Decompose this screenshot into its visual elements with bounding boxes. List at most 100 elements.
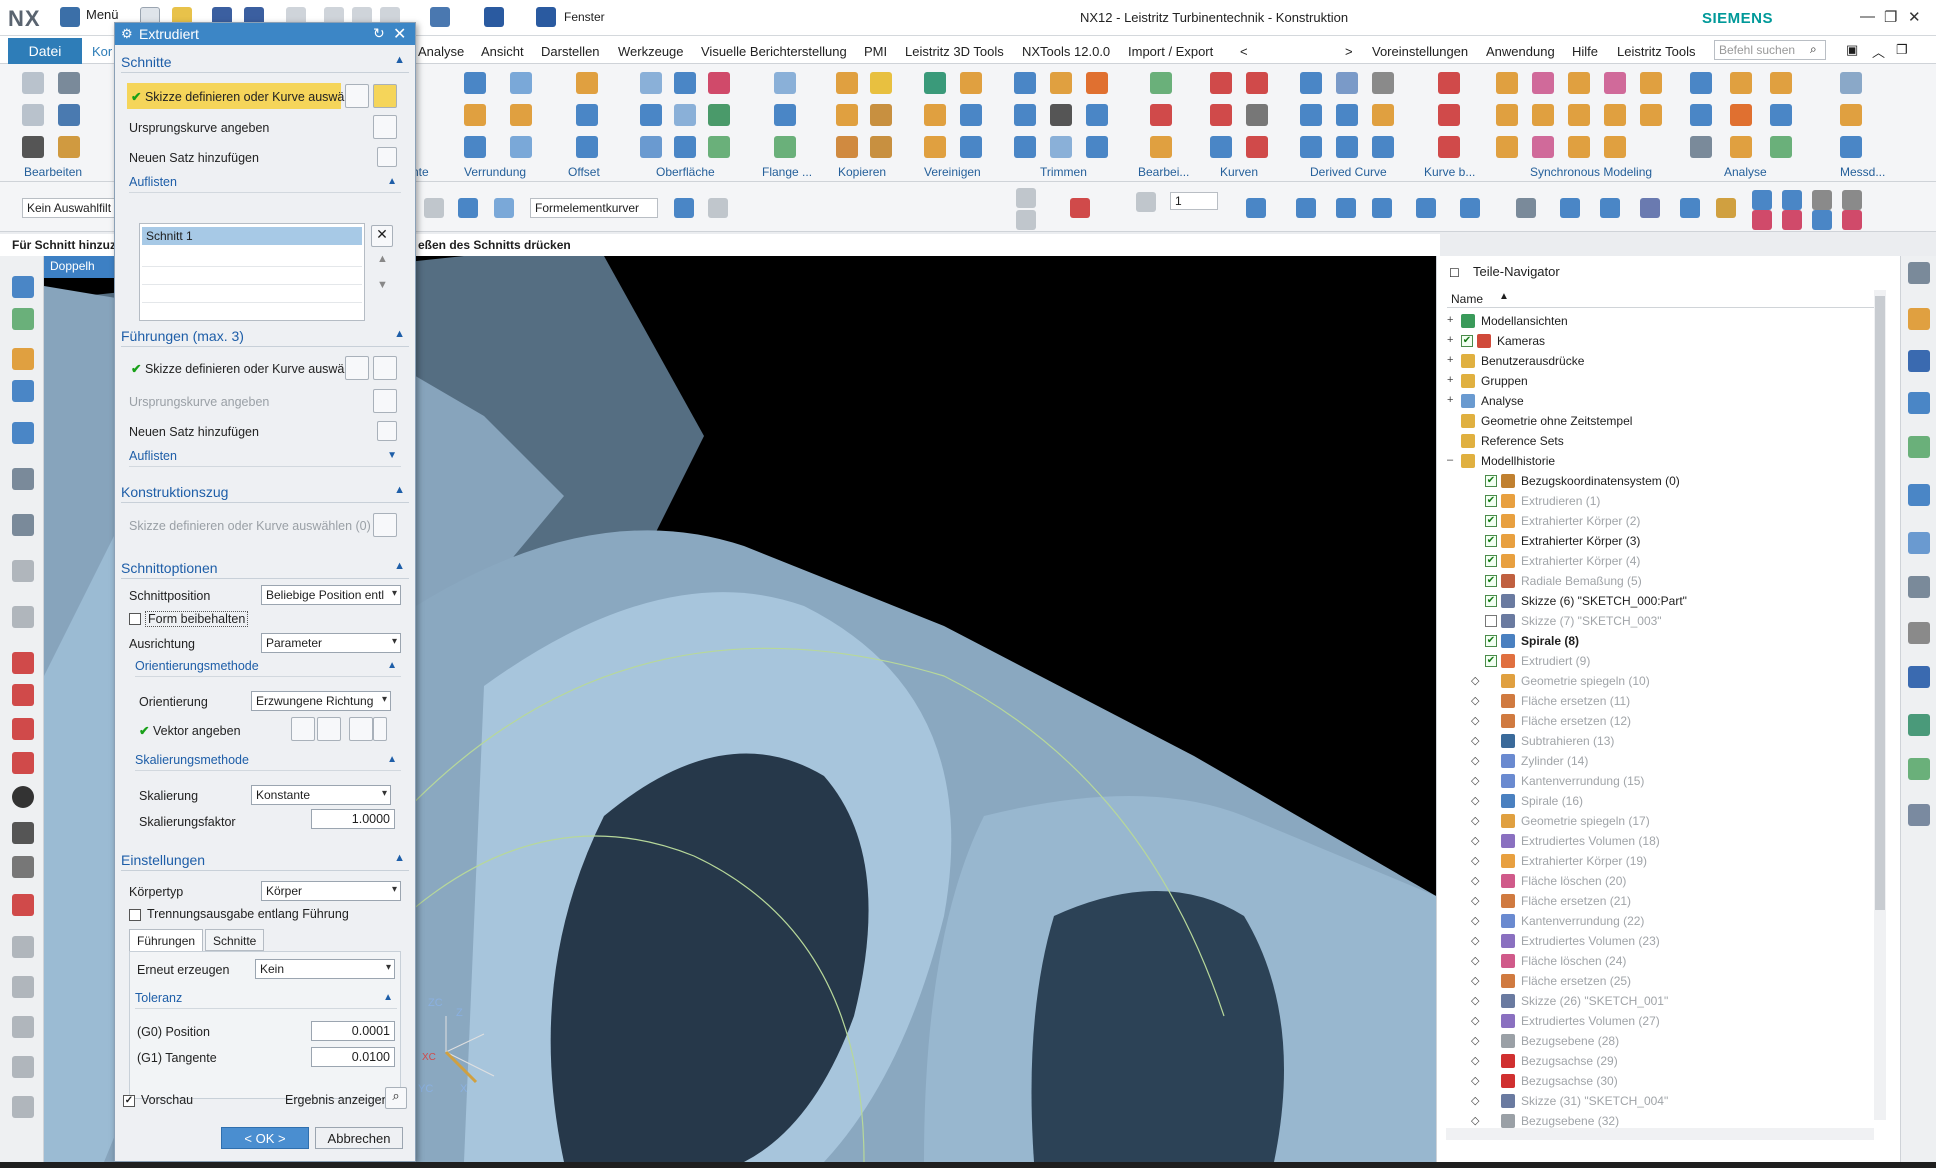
menu-button[interactable]: Menü — [86, 7, 119, 22]
curve-from-body-icon[interactable] — [1438, 72, 1460, 94]
help-icon[interactable] — [484, 7, 504, 27]
remove-icon[interactable]: ✕ — [371, 225, 393, 247]
offset-icon[interactable] — [576, 72, 598, 94]
scaling-method-header[interactable]: Skalierungsmethode ▲ — [135, 751, 401, 771]
curve-select-button[interactable] — [373, 513, 397, 537]
alignment-combo[interactable]: Parameter — [261, 633, 401, 653]
tree-node[interactable]: ◇ Spirale (16) — [1437, 792, 1873, 811]
stop-at-intersection-icon[interactable] — [674, 198, 694, 218]
orientation-method-header[interactable]: Orientierungsmethode ▲ — [135, 657, 401, 677]
suppressed-state-icon[interactable]: ◇ — [1471, 854, 1481, 867]
curve-rule-combo[interactable]: Formelementkurver — [530, 198, 658, 218]
collapse-chevron-icon[interactable]: ▲ — [387, 176, 397, 187]
measure-icon[interactable] — [1840, 104, 1862, 126]
sync-modeling-icon[interactable] — [1496, 136, 1518, 158]
measure-icon[interactable] — [1840, 72, 1862, 94]
navigator-vertical-scrollbar[interactable] — [1874, 290, 1886, 1120]
visibility-checkbox[interactable]: ✔ — [1485, 555, 1497, 567]
feature-icon[interactable] — [510, 72, 532, 94]
section-list-header[interactable]: Auflisten ▲ — [129, 173, 401, 193]
view-orient-icon[interactable] — [494, 198, 514, 218]
suppressed-state-icon[interactable]: ◇ — [1471, 874, 1481, 887]
surface-icon[interactable] — [674, 72, 696, 94]
vector-dropdown-button[interactable] — [373, 717, 387, 741]
surface-icon[interactable] — [708, 72, 730, 94]
trim-icon[interactable] — [1050, 72, 1072, 94]
tool-icon[interactable] — [12, 560, 34, 582]
tree-node[interactable]: ✔ Spirale (8) — [1437, 632, 1873, 651]
copy-feature-icon[interactable] — [870, 72, 892, 94]
feature-icon[interactable] — [12, 422, 34, 444]
spine-select[interactable]: Skizze definieren oder Kurve auswählen (… — [129, 519, 371, 533]
tree-node[interactable]: – Modellhistorie — [1437, 452, 1873, 471]
keep-shape-checkbox[interactable] — [129, 613, 141, 625]
constraint-navigator-icon[interactable] — [1908, 350, 1930, 372]
curve-icon[interactable] — [1210, 104, 1232, 126]
tree-node[interactable]: ✔ Radiale Bemaßung (5) — [1437, 572, 1873, 591]
tree-node[interactable]: + Benutzerausdrücke — [1437, 352, 1873, 371]
undo-icon[interactable] — [22, 72, 44, 94]
edit-parameters-icon[interactable] — [58, 136, 80, 158]
visibility-checkbox[interactable]: ✔ — [1485, 495, 1497, 507]
assembly-icon[interactable] — [12, 308, 34, 330]
feature-icon[interactable] — [510, 136, 532, 158]
sync-modeling-icon[interactable] — [1496, 104, 1518, 126]
analysis-icon[interactable] — [1690, 136, 1712, 158]
derived-curve-icon[interactable] — [1300, 136, 1322, 158]
redo-icon[interactable] — [22, 104, 44, 126]
origin-curve-button[interactable] — [373, 115, 397, 139]
visibility-checkbox[interactable]: ✔ — [1485, 475, 1497, 487]
derived-curve-icon[interactable] — [1300, 72, 1322, 94]
surface-icon[interactable] — [674, 104, 696, 126]
combine-icon[interactable] — [924, 104, 946, 126]
split-output-checkbox[interactable] — [129, 909, 141, 921]
derived-curve-icon[interactable] — [1372, 136, 1394, 158]
tab-hilfe[interactable]: Hilfe — [1572, 44, 1598, 59]
suppressed-state-icon[interactable]: ◇ — [1471, 1034, 1481, 1047]
assembly-navigator-icon[interactable] — [1908, 308, 1930, 330]
tab-scroll-left[interactable]: < — [1240, 44, 1248, 59]
point-icon[interactable] — [12, 822, 34, 844]
circle-icon[interactable] — [12, 786, 34, 808]
view-tools-icon[interactable] — [1752, 210, 1772, 230]
orient-view-icon[interactable] — [1246, 198, 1266, 218]
copy-feature-icon[interactable] — [836, 136, 858, 158]
surface-icon[interactable] — [674, 136, 696, 158]
surface-icon[interactable] — [708, 104, 730, 126]
trim-icon[interactable] — [1014, 72, 1036, 94]
shaded-edges-icon[interactable] — [1560, 198, 1580, 218]
delete-icon[interactable] — [22, 136, 44, 158]
menu-icon[interactable] — [60, 7, 80, 27]
cancel-button[interactable]: Abbrechen — [315, 1127, 403, 1149]
suppressed-state-icon[interactable]: ◇ — [1471, 814, 1481, 827]
section-position-combo[interactable]: Beliebige Position entl — [261, 585, 401, 605]
section-einstellungen-header[interactable]: Einstellungen ▲ — [121, 849, 409, 871]
flange-icon[interactable] — [774, 72, 796, 94]
suppressed-state-icon[interactable]: ◇ — [1471, 1074, 1481, 1087]
offset-curve-icon[interactable] — [12, 894, 34, 916]
select-window-icon[interactable] — [1016, 188, 1036, 208]
tree-node[interactable]: ✔ Extrahierter Körper (4) — [1437, 552, 1873, 571]
suppressed-state-icon[interactable]: ◇ — [1471, 754, 1481, 767]
tree-node[interactable]: ◇ Extrahierter Körper (19) — [1437, 852, 1873, 871]
suppressed-state-icon[interactable]: ◇ — [1471, 934, 1481, 947]
tab-nxtools[interactable]: NXTools 12.0.0 — [1022, 44, 1110, 59]
sync-modeling-icon[interactable] — [1496, 72, 1518, 94]
move-up-icon[interactable]: ▲ — [377, 253, 388, 265]
combine-icon[interactable] — [924, 136, 946, 158]
extrude-icon[interactable] — [12, 348, 34, 370]
view-tools-icon[interactable] — [1812, 210, 1832, 230]
tree-expander-icon[interactable]: + — [1447, 374, 1457, 386]
suppressed-state-icon[interactable]: ◇ — [1471, 1094, 1481, 1107]
work-layer-combo[interactable]: 1 — [1170, 192, 1218, 210]
copy-feature-icon[interactable] — [836, 104, 858, 126]
edit-feature-icon[interactable] — [1150, 104, 1172, 126]
sync-modeling-icon[interactable] — [1568, 136, 1590, 158]
analysis-icon[interactable] — [1730, 72, 1752, 94]
tree-expander-icon[interactable]: + — [1447, 314, 1457, 326]
surface-icon[interactable] — [640, 136, 662, 158]
expand-chevron-icon[interactable]: ▼ — [387, 450, 397, 461]
collapse-chevron-icon[interactable]: ▲ — [394, 328, 405, 340]
line-icon[interactable] — [12, 718, 34, 740]
wireframe-icon[interactable] — [1640, 198, 1660, 218]
